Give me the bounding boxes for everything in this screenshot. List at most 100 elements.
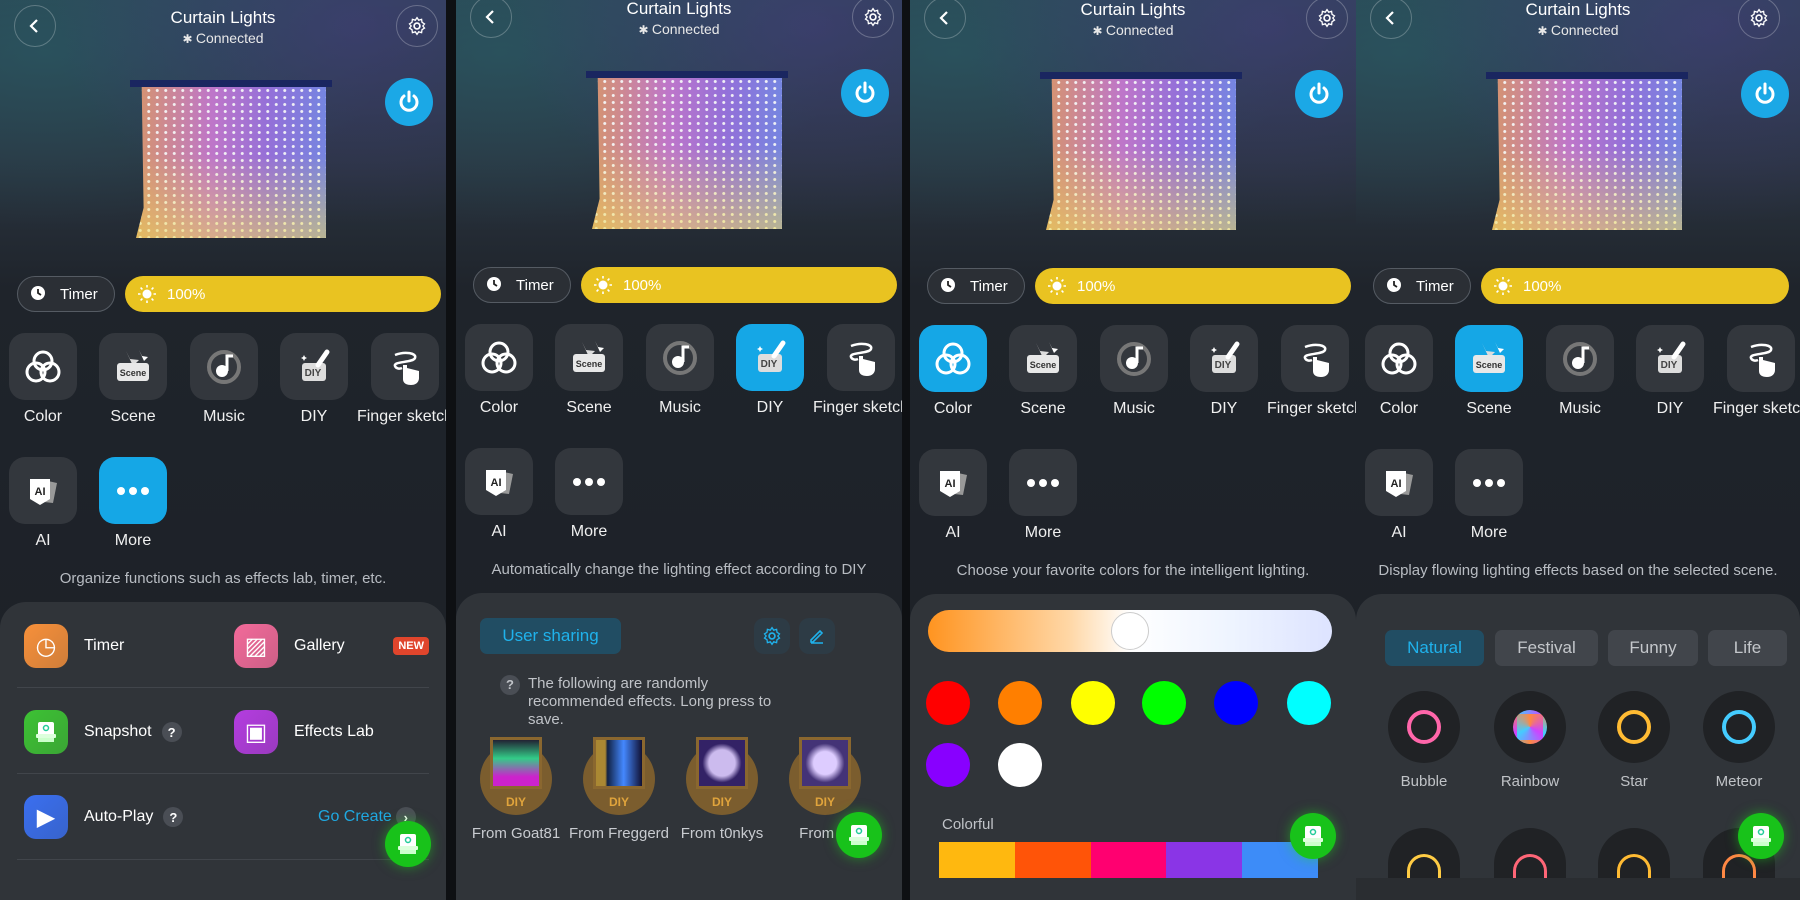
timer-button[interactable]: Timer [17, 276, 115, 312]
scene-tab-festival[interactable]: Festival [1495, 630, 1598, 666]
color-swatch[interactable] [1287, 681, 1331, 725]
scene-tab-natural[interactable]: Natural [1385, 630, 1484, 666]
function-color[interactable]: Color [465, 324, 533, 417]
scene-label: Bubble [1400, 773, 1448, 790]
function-color[interactable]: Color [1365, 325, 1433, 418]
timer-button[interactable]: Timer [927, 268, 1025, 304]
color-swatch[interactable] [926, 681, 970, 725]
device-title: Curtain Lights [170, 8, 276, 27]
color-swatch[interactable] [1214, 681, 1258, 725]
tool-snapshot[interactable]: Snapshot? [24, 710, 182, 754]
brightness-slider[interactable]: 100% [1035, 268, 1351, 304]
scene-bubble[interactable]: Bubble [1388, 691, 1460, 790]
function-more[interactable]: More [1455, 449, 1523, 542]
function-diy[interactable]: DIY DIY [1636, 325, 1704, 418]
ai-icon: AI [1365, 449, 1433, 516]
timer-button[interactable]: Timer [1373, 268, 1471, 304]
function-diy[interactable]: DIY DIY [280, 333, 348, 426]
help-icon[interactable]: ? [163, 807, 184, 827]
function-label: Music [659, 399, 701, 416]
power-button[interactable] [1295, 70, 1343, 118]
settings-button[interactable] [396, 5, 438, 47]
color-swatch[interactable] [1142, 681, 1186, 725]
svg-text:AI: AI [945, 478, 956, 490]
function-finger-sketch[interactable]: Finger sketch [1267, 325, 1356, 418]
brightness-value: 100% [1077, 277, 1116, 295]
function-diy[interactable]: DIY DIY [1190, 325, 1258, 418]
function-music[interactable]: Music [190, 333, 258, 426]
function-ai[interactable]: AI AI [465, 448, 533, 541]
color-swatch[interactable] [998, 681, 1042, 725]
brightness-slider[interactable]: 100% [125, 276, 441, 312]
snapshot-fab[interactable] [385, 821, 431, 867]
function-more[interactable]: More [555, 448, 623, 541]
scene-tab-funny[interactable]: Funny [1608, 630, 1698, 666]
scene-tab-life[interactable]: Life [1708, 630, 1787, 666]
status-text: Connected [195, 30, 264, 46]
connection-status: ✱ Connected [1356, 22, 1800, 38]
help-icon[interactable]: ? [500, 675, 520, 695]
function-finger-sketch[interactable]: Finger sketch [1713, 325, 1800, 418]
tool-auto-play[interactable]: ▶ Auto-Play? [24, 795, 184, 839]
function-finger-sketch[interactable]: Finger sketch [357, 333, 446, 426]
function-label: Scene [110, 408, 156, 425]
brightness-slider[interactable]: 100% [581, 267, 897, 303]
sun-icon [137, 284, 157, 304]
snapshot-fab[interactable] [1738, 813, 1784, 859]
function-scene[interactable]: Scene Scene [555, 324, 623, 417]
colorful-palette[interactable] [939, 842, 1318, 878]
scene-icon: Scene [1009, 325, 1077, 392]
function-ai[interactable]: AI AI [919, 449, 987, 542]
edit-button[interactable] [799, 618, 835, 654]
function-label: Finger sketch [812, 399, 902, 416]
user-sharing-tab[interactable]: User sharing [480, 618, 621, 654]
snapshot-fab[interactable] [1290, 813, 1336, 859]
function-finger-sketch[interactable]: Finger sketch [813, 324, 902, 417]
effect-settings-button[interactable] [754, 618, 790, 654]
timer-button[interactable]: Timer [473, 267, 571, 303]
shared-effect[interactable]: DIY From t0nkys [681, 737, 763, 843]
color-swatch[interactable] [926, 743, 970, 787]
function-music[interactable]: Music [1546, 325, 1614, 418]
color-swatch[interactable] [1071, 681, 1115, 725]
color-temperature-slider[interactable] [928, 610, 1332, 652]
effect-image [593, 737, 645, 789]
tool-effects-lab[interactable]: ▣ Effects Lab [234, 710, 429, 754]
function-color[interactable]: Color [919, 325, 987, 418]
scene-item[interactable] [1494, 828, 1566, 878]
brightness-slider[interactable]: 100% [1481, 268, 1789, 304]
function-description: Display flowing lighting effects based o… [1378, 562, 1778, 579]
scene-star[interactable]: Star [1598, 691, 1670, 790]
power-button[interactable] [385, 78, 433, 126]
color-swatch[interactable] [998, 743, 1042, 787]
function-music[interactable]: Music [646, 324, 714, 417]
tool-label: Gallery [294, 637, 345, 654]
function-ai[interactable]: AI AI [1365, 449, 1433, 542]
curtain-lights [1492, 79, 1682, 230]
function-diy[interactable]: DIY DIY [736, 324, 804, 417]
function-label: Color [479, 399, 519, 416]
help-icon[interactable]: ? [161, 722, 182, 742]
scene-meteor[interactable]: Meteor [1703, 691, 1775, 790]
function-more[interactable]: More [1009, 449, 1077, 542]
shared-effect[interactable]: DIY From Freggerd [569, 737, 669, 843]
function-color[interactable]: Color [9, 333, 77, 426]
function-scene[interactable]: Scene Scene [1455, 325, 1523, 418]
scene-rainbow[interactable]: Rainbow [1494, 691, 1566, 790]
power-button[interactable] [841, 69, 889, 117]
scene-item[interactable] [1598, 828, 1670, 878]
function-more[interactable]: More [99, 457, 167, 550]
shared-effect[interactable]: DIY From Goat81 [472, 737, 560, 843]
function-music[interactable]: Music [1100, 325, 1168, 418]
function-scene[interactable]: Scene Scene [1009, 325, 1077, 418]
power-button[interactable] [1741, 70, 1789, 118]
slider-knob[interactable] [1111, 612, 1149, 650]
scene-item[interactable] [1388, 828, 1460, 878]
tool-gallery[interactable]: ▨ Gallery NEW [234, 624, 429, 668]
status-text: Connected [651, 21, 720, 37]
bluetooth-icon: ✱ [1537, 24, 1551, 38]
function-scene[interactable]: Scene Scene [99, 333, 167, 426]
tool-timer[interactable]: ◷ Timer [24, 624, 124, 668]
function-ai[interactable]: AI AI [9, 457, 77, 550]
snapshot-fab[interactable] [836, 812, 882, 858]
